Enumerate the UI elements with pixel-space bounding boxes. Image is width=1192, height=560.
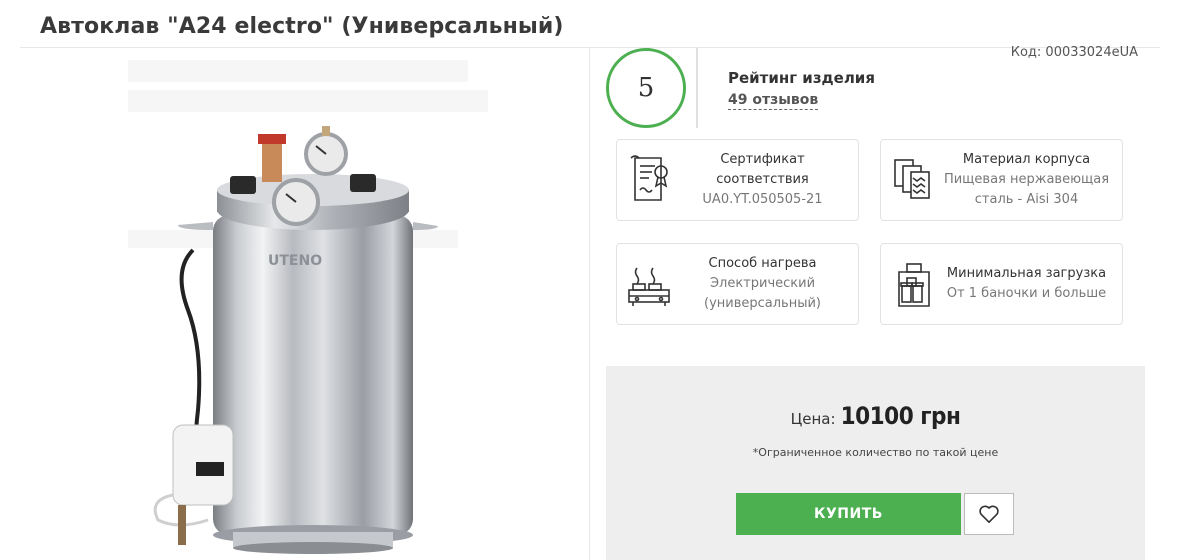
price-value: 10100 грн [840, 402, 961, 430]
feature-value: От 1 баночки и больше [946, 286, 1107, 301]
feature-value: Электрический (универсальный) [704, 276, 821, 311]
feature-card-min-load: Минимальная загрузка От 1 баночки и боль… [880, 243, 1123, 325]
feature-card-certificate: Сертификат соответствия UA0.YT.050505-21 [616, 139, 859, 221]
favorite-button[interactable] [964, 493, 1014, 535]
heart-icon [979, 505, 999, 523]
price-label: Цена: [790, 410, 836, 428]
feature-label: Минимальная загрузка [946, 266, 1107, 281]
column-divider [589, 48, 590, 560]
price-row: Цена: 10100 грн [606, 402, 1145, 430]
buy-button[interactable]: КУПИТЬ [736, 493, 961, 535]
feature-value: UA0.YT.050505-21 [702, 192, 823, 207]
title-divider [20, 47, 1160, 48]
feature-label: Сертификат соответствия [716, 152, 809, 187]
feature-label: Способ нагрева [708, 256, 817, 271]
material-icon [894, 159, 930, 199]
rating-separator [696, 48, 698, 128]
product-image[interactable]: UTENO [118, 50, 488, 560]
jars-icon [898, 263, 930, 307]
rating-title: Рейтинг изделия [728, 69, 875, 87]
feature-label: Материал корпуса [962, 152, 1091, 167]
reviews-link[interactable]: 49 отзывов [728, 92, 819, 110]
feature-value: Пищевая нержавеющая сталь - Aisi 304 [943, 172, 1110, 207]
price-panel: Цена: 10100 грн *Ограниченное количество… [606, 366, 1145, 560]
page-title: Автоклав "A24 electro" (Универсальный) [40, 14, 564, 39]
stove-icon [628, 267, 670, 306]
feature-card-heating: Способ нагрева Электрический (универсаль… [616, 243, 859, 325]
feature-card-material: Материал корпуса Пищевая нержавеющая ста… [880, 139, 1123, 221]
svg-text:UTENO: UTENO [268, 253, 322, 269]
certificate-icon [630, 155, 668, 201]
price-note: *Ограниченное количество по такой цене [752, 446, 999, 459]
product-code: Код: 00033024eUA [1010, 45, 1138, 60]
rating-score: 5 [606, 48, 686, 128]
